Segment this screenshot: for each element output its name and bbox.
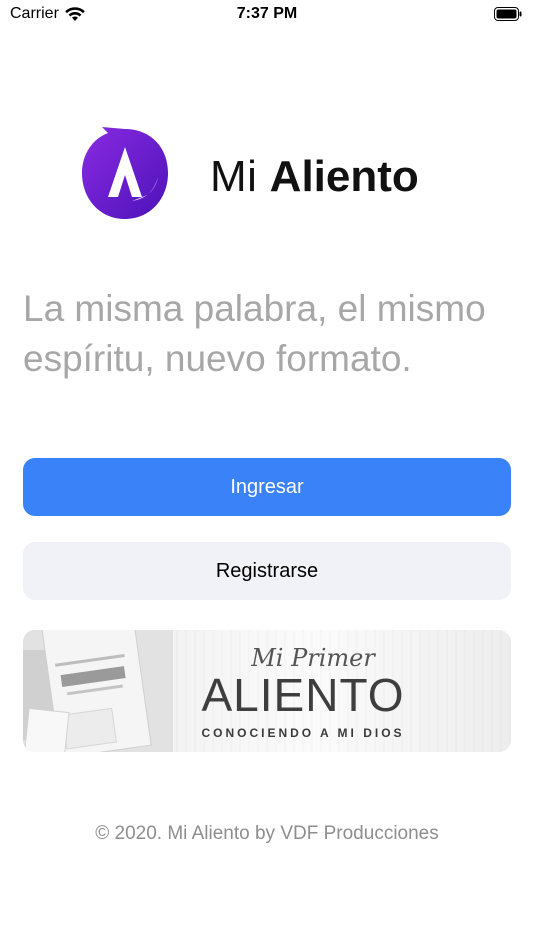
app-name-light: Mi [210,152,258,201]
banner-script-text: Mi Primer [251,644,375,672]
tagline: La misma palabra, el mismo espíritu, nue… [23,288,486,379]
book-cover-image [23,630,173,752]
promo-banner[interactable]: Mi Primer ALIENTO CONOCIENDO A MI DIOS [23,630,511,752]
status-bar: Carrier 7:37 PM [0,0,534,30]
status-time: 7:37 PM [236,5,298,22]
login-button[interactable]: Ingresar [23,458,511,516]
app-name-bold: Aliento [269,152,419,201]
banner-title: ALIENTO [201,669,405,721]
register-button[interactable]: Registrarse [23,542,511,600]
battery-icon [494,7,522,21]
banner-subtitle: CONOCIENDO A MI DIOS [201,726,405,740]
app-name: Mi Aliento [210,151,419,203]
app-logo: Mi Aliento [80,125,480,225]
app-logo-icon [82,127,168,219]
footer-copyright: © 2020. Mi Aliento by VDF Producciones [95,823,439,844]
